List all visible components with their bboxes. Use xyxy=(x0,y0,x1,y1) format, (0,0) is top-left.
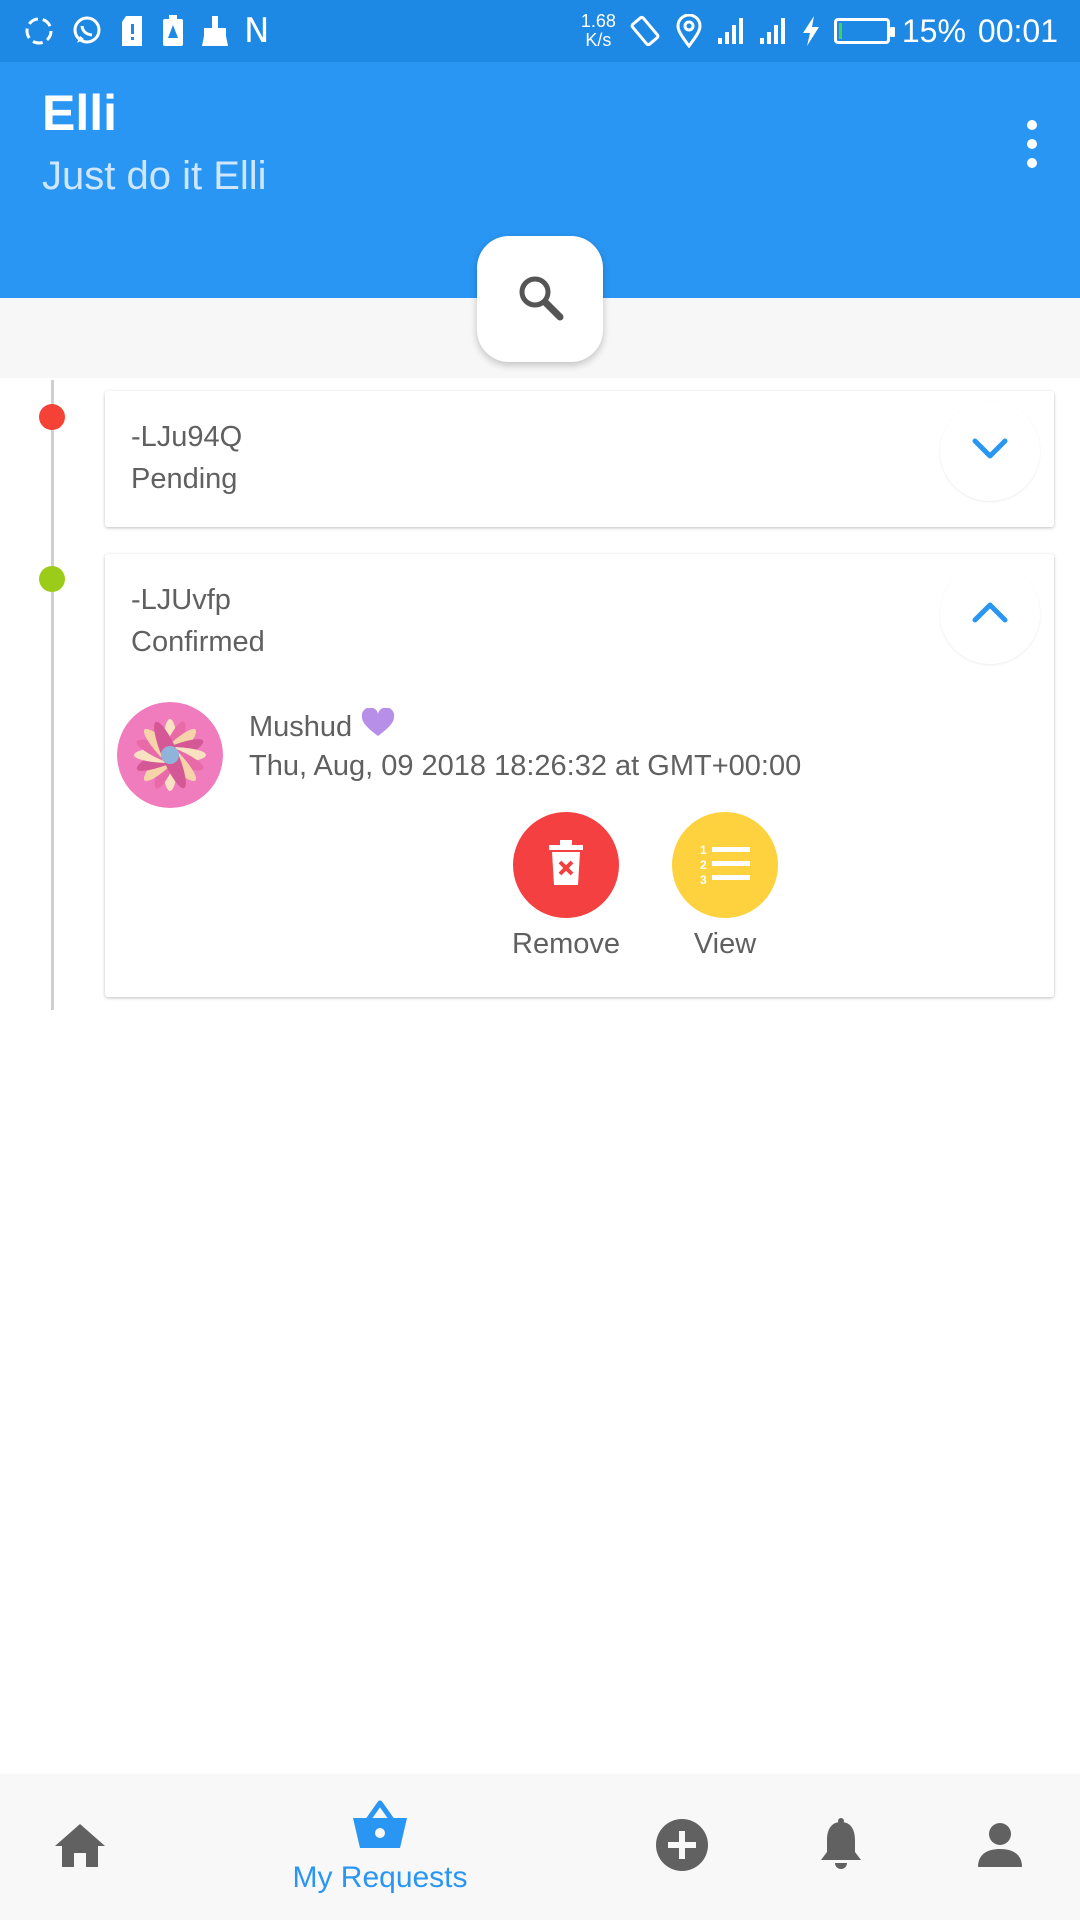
cleaner-icon xyxy=(200,14,230,48)
status-dot-pending xyxy=(39,404,65,430)
sd-card-icon xyxy=(118,14,146,48)
app-title: Elli xyxy=(42,85,118,141)
status-bar: N 1.68 K/s 15% 00:01 xyxy=(0,0,1080,62)
network-speed-value: 1.68 xyxy=(580,11,616,31)
user-name-row: Mushud xyxy=(249,707,396,746)
svg-text:3: 3 xyxy=(700,873,707,885)
network-speed: 1.68 K/s xyxy=(581,12,616,50)
signal-icon xyxy=(716,16,746,46)
view-label: View xyxy=(693,928,757,960)
svg-text:1: 1 xyxy=(700,843,707,857)
request-card[interactable]: -LJUvfp Confirmed Mushud Thu, Aug, 09 20… xyxy=(105,554,1054,997)
battery-percent: 15% xyxy=(901,13,966,49)
battery-fill xyxy=(838,23,843,39)
request-id: -LJu94Q xyxy=(131,421,243,453)
search-button[interactable] xyxy=(477,236,603,362)
add-circle-icon xyxy=(655,1818,709,1877)
request-datetime: Thu, Aug, 09 2018 18:26:32 at GMT+00:00 xyxy=(249,750,802,782)
status-right-icons: 1.68 K/s 15% 00:01 xyxy=(581,10,1058,52)
clock: 00:01 xyxy=(977,13,1058,49)
request-status: Pending xyxy=(131,463,238,495)
remove-button[interactable]: Remove xyxy=(506,812,626,961)
nav-notifications[interactable] xyxy=(791,1774,891,1920)
nav-my-requests[interactable]: My Requests xyxy=(260,1774,500,1920)
bottom-navigation: My Requests xyxy=(0,1774,1080,1920)
request-status: Confirmed xyxy=(131,626,265,658)
remove-label: Remove xyxy=(512,928,620,960)
timeline-line xyxy=(51,380,54,1010)
status-left-icons: N xyxy=(22,12,269,50)
home-icon xyxy=(53,1821,107,1874)
charging-icon xyxy=(800,15,822,47)
nav-profile[interactable] xyxy=(950,1774,1050,1920)
whatsapp-icon xyxy=(70,14,104,48)
battery-icon xyxy=(833,18,895,44)
nav-home[interactable] xyxy=(30,1774,130,1920)
nav-add[interactable] xyxy=(632,1774,732,1920)
battery-alert-icon xyxy=(160,14,186,48)
view-button[interactable]: 123 View xyxy=(665,812,785,961)
list-numbered-icon: 123 xyxy=(698,841,752,890)
request-id: -LJUvfp xyxy=(131,584,231,616)
view-button-circle[interactable]: 123 xyxy=(672,812,778,918)
avatar[interactable] xyxy=(117,702,223,808)
bell-icon xyxy=(818,1817,864,1877)
svg-text:2: 2 xyxy=(700,858,707,872)
rotate-icon xyxy=(628,14,662,48)
person-icon xyxy=(976,1821,1024,1874)
collapse-button[interactable] xyxy=(940,564,1040,664)
request-card[interactable]: -LJu94Q Pending xyxy=(105,391,1054,527)
signal-3g-icon xyxy=(758,16,788,46)
expand-button[interactable] xyxy=(940,401,1040,501)
nav-my-requests-label: My Requests xyxy=(292,1860,468,1894)
location-icon xyxy=(674,14,704,48)
network-speed-unit: K/s xyxy=(585,30,612,50)
notification-n-indicator: N xyxy=(244,11,270,51)
user-name: Mushud xyxy=(249,710,353,743)
sync-icon xyxy=(22,14,56,48)
chevron-up-icon xyxy=(970,599,1010,630)
app-subtitle: Just do it Elli xyxy=(42,154,267,198)
remove-button-circle[interactable] xyxy=(513,812,619,918)
search-icon xyxy=(514,271,566,328)
chevron-down-icon xyxy=(970,436,1010,467)
delete-icon xyxy=(546,839,586,892)
status-dot-confirmed xyxy=(39,566,65,592)
basket-icon xyxy=(351,1800,409,1855)
more-vert-icon[interactable] xyxy=(1014,108,1050,180)
heart-icon xyxy=(360,707,396,746)
